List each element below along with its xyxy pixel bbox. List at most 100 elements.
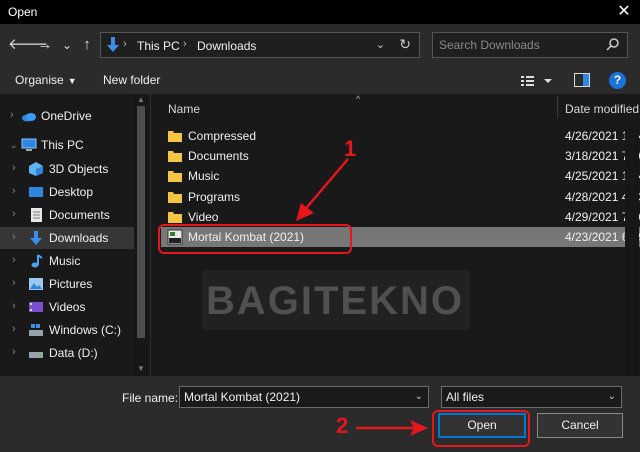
annotation-highlight-file (158, 224, 352, 254)
column-header-name[interactable]: Name (168, 102, 200, 116)
nav-item-documents[interactable]: › Documents (0, 204, 134, 226)
breadcrumb-downloads[interactable]: Downloads (197, 39, 256, 53)
chevron-right-icon[interactable]: › (12, 185, 16, 197)
downloads-location-icon (107, 37, 119, 52)
chevron-right-icon[interactable]: › (12, 277, 16, 289)
file-row[interactable]: Compressed 4/26/2021 1:14 (161, 126, 640, 146)
chevron-right-icon[interactable]: › (12, 300, 16, 312)
help-icon[interactable]: ? (609, 72, 626, 89)
nav-pane-scrollbar[interactable]: ▲ ▼ (134, 94, 148, 376)
search-icon (606, 38, 619, 51)
nav-item-label: OneDrive (41, 109, 92, 123)
file-list-scrollbar[interactable] (625, 122, 639, 376)
nav-item-data-d[interactable]: › Data (D:) (0, 342, 134, 364)
chevron-right-icon[interactable]: › (12, 323, 16, 335)
nav-item-3d-objects[interactable]: › 3D Objects (0, 158, 134, 180)
close-icon[interactable]: ✕ (614, 2, 634, 22)
title-bar: Open ✕ (0, 0, 640, 24)
3d-objects-icon (29, 162, 43, 176)
nav-item-onedrive[interactable]: › OneDrive (0, 105, 134, 127)
file-name: Programs (188, 190, 241, 204)
search-input[interactable] (439, 37, 599, 53)
nav-item-label: Music (49, 254, 81, 268)
search-box[interactable] (432, 32, 628, 58)
downloads-icon (30, 231, 42, 245)
file-name-label: File name: (122, 391, 179, 405)
folder-icon (168, 151, 182, 162)
nav-item-pictures[interactable]: › Pictures (0, 273, 134, 295)
nav-item-label: Videos (49, 300, 86, 314)
file-type-select[interactable]: All files ⌄ (441, 386, 622, 408)
window-title: Open (8, 5, 38, 19)
file-name: Compressed (188, 129, 257, 143)
cancel-button[interactable]: Cancel (537, 413, 623, 438)
nav-item-label: Downloads (49, 231, 109, 245)
address-bar[interactable]: › This PC › Downloads ⌄ ↻ (100, 32, 420, 58)
nav-item-windows-c[interactable]: › Windows (C:) (0, 319, 134, 341)
view-options-icon[interactable] (520, 73, 556, 89)
drive-icon (29, 352, 43, 358)
file-name-input[interactable]: Mortal Kombat (2021) ⌄ (179, 386, 429, 408)
nav-item-label: Windows (C:) (49, 323, 122, 337)
scrollbar-thumb[interactable] (137, 106, 145, 338)
chevron-right-icon[interactable]: › (12, 254, 16, 266)
chevron-right-icon[interactable]: › (12, 346, 16, 358)
back-arrow-icon[interactable]: 🡐 (8, 36, 48, 54)
folder-icon (168, 171, 182, 182)
music-icon (31, 254, 43, 268)
address-dropdown-chevron-icon[interactable]: ⌄ (376, 38, 385, 51)
command-bar: Organise ▼ New folder ? (0, 68, 640, 94)
annotation-highlight-open (432, 410, 530, 447)
file-row[interactable]: Programs 4/28/2021 4:23 (161, 187, 640, 207)
file-name-value: Mortal Kombat (2021) (184, 390, 301, 404)
onedrive-icon (22, 113, 36, 122)
nav-item-this-pc[interactable]: ⌄ This PC (0, 134, 134, 156)
annotation-arrow-icon (296, 158, 349, 221)
breadcrumb-separator: › (183, 38, 187, 50)
scroll-down-icon[interactable]: ▼ (137, 364, 145, 373)
new-folder-button[interactable]: New folder (103, 73, 160, 87)
nav-item-videos[interactable]: › Videos (0, 296, 134, 318)
folder-icon (168, 131, 182, 142)
navigation-pane: › OneDrive ⌄ This PC › 3D Objects › Desk… (0, 94, 150, 376)
chevron-down-icon: ▼ (67, 76, 77, 86)
desktop-icon (29, 187, 43, 197)
nav-item-label: Desktop (49, 185, 94, 199)
column-header-row: Name ^ Date modified (151, 94, 640, 122)
chevron-right-icon[interactable]: › (12, 231, 16, 243)
windows-drive-icon (29, 324, 43, 336)
chevron-right-icon[interactable]: › (12, 162, 16, 174)
documents-icon (31, 208, 42, 222)
nav-item-downloads[interactable]: › Downloads (0, 227, 134, 249)
up-arrow-icon[interactable]: ↑ (78, 36, 96, 54)
breadcrumb-this-pc[interactable]: This PC (137, 39, 180, 53)
column-separator[interactable] (557, 96, 558, 118)
chevron-right-icon[interactable]: › (10, 109, 14, 121)
column-header-date-modified[interactable]: Date modified (565, 102, 639, 116)
annotation-arrow-icon (356, 420, 428, 436)
watermark: BAGITEKNO (202, 270, 470, 330)
refresh-icon[interactable]: ↻ (399, 36, 411, 53)
scroll-up-icon[interactable]: ▲ (137, 95, 145, 104)
file-row[interactable]: Music 4/25/2021 1:04 (161, 166, 640, 186)
preview-pane-icon[interactable] (574, 73, 590, 87)
file-row[interactable]: Documents 3/18/2021 7:56 (161, 146, 640, 166)
nav-item-desktop[interactable]: › Desktop (0, 181, 134, 203)
file-name: Music (188, 169, 220, 183)
chevron-right-icon[interactable]: › (12, 208, 16, 220)
file-type-value: All files (446, 390, 485, 404)
nav-item-label: 3D Objects (49, 162, 109, 176)
chevron-down-icon[interactable]: ⌄ (415, 391, 423, 402)
file-name: Video (188, 210, 219, 224)
videos-icon (29, 302, 43, 312)
chevron-down-icon[interactable]: ⌄ (10, 140, 18, 151)
nav-item-music[interactable]: › Music (0, 250, 134, 272)
pictures-icon (29, 278, 43, 290)
organise-label: Organise (15, 73, 64, 87)
organise-button[interactable]: Organise ▼ (15, 73, 77, 87)
chevron-down-icon[interactable]: ⌄ (608, 391, 616, 402)
folder-icon (168, 192, 182, 203)
file-name: Documents (188, 149, 249, 163)
forward-arrow-icon[interactable]: → (36, 36, 54, 54)
recent-locations-chevron-icon[interactable]: ⌄ (58, 36, 76, 54)
